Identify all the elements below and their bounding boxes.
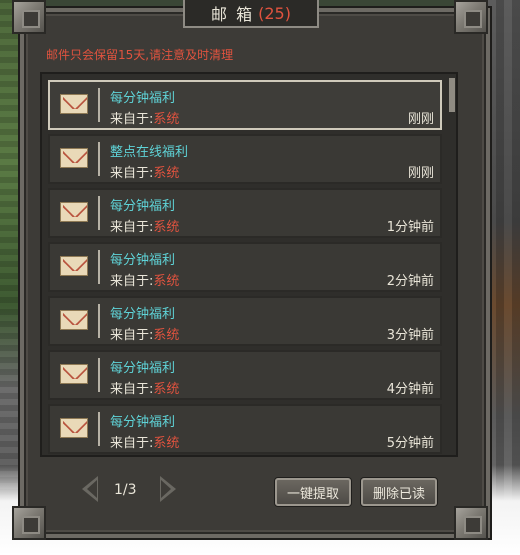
mailbox-title-bar: 邮 箱 (25) — [183, 0, 319, 28]
mailbox-title: 邮 箱 — [211, 5, 255, 24]
divider — [98, 88, 100, 122]
mail-sender: 来自于:系统 — [110, 216, 179, 235]
mail-sender: 来自于:系统 — [110, 270, 179, 289]
mail-source: 系统 — [153, 220, 180, 235]
frame-corner-ornament — [12, 506, 46, 540]
mail-list-scrollbar[interactable] — [449, 78, 455, 112]
frame-corner-ornament — [454, 506, 488, 540]
envelope-icon — [60, 202, 88, 222]
mail-list-item[interactable]: 每分钟福利来自于:系统 5分钟前 — [48, 404, 442, 454]
mail-title: 每分钟福利 — [110, 91, 176, 106]
envelope-icon — [60, 310, 88, 330]
mail-list-item[interactable]: 每分钟福利来自于:系统 4分钟前 — [48, 350, 442, 400]
mail-from-label: 来自于: — [110, 328, 154, 343]
mail-sender: 来自于:系统 — [110, 162, 179, 181]
mail-source: 系统 — [153, 436, 180, 451]
divider — [98, 358, 100, 392]
divider — [98, 412, 100, 446]
mail-sender: 来自于:系统 — [110, 432, 179, 451]
mail-from-label: 来自于: — [110, 382, 154, 397]
mail-from-label: 来自于: — [110, 220, 154, 235]
mail-list-item[interactable]: 整点在线福利 来自于:系统 刚刚 — [48, 134, 442, 184]
mail-time: 刚刚 — [407, 166, 434, 181]
envelope-icon — [60, 418, 88, 438]
divider — [98, 196, 100, 230]
divider — [98, 250, 100, 284]
mail-title: 每分钟福利 — [110, 199, 176, 214]
mail-source: 系统 — [153, 166, 180, 181]
mail-list-item[interactable]: 每分钟福利来自于:系统 2分钟前 — [48, 242, 442, 292]
mail-title: 每分钟福利 — [110, 253, 176, 268]
frame-corner-ornament — [454, 0, 488, 34]
mail-source: 系统 — [153, 382, 180, 397]
mail-from-label: 来自于: — [110, 166, 154, 181]
mail-count: (25) — [258, 3, 291, 23]
mail-source: 系统 — [153, 112, 180, 127]
mail-time: 2分钟前 — [386, 274, 434, 289]
mail-sender: 来自于:系统 — [110, 378, 179, 397]
frame-corner-ornament — [12, 0, 46, 34]
mail-list-item[interactable]: 每分钟福利来自于:系统 3分钟前 — [48, 296, 442, 346]
mail-list-item[interactable]: 每分钟福利来自于:系统 刚刚 — [48, 80, 442, 130]
divider — [98, 142, 100, 176]
mail-from-label: 来自于: — [110, 436, 154, 451]
delete-read-button[interactable]: 删除已读 — [361, 478, 437, 506]
mail-source: 系统 — [153, 274, 180, 289]
mail-source: 系统 — [153, 328, 180, 343]
mail-title: 每分钟福利 — [110, 307, 176, 322]
arrow-right-icon[interactable] — [160, 476, 176, 502]
mail-title: 每分钟福利 — [110, 415, 176, 430]
mail-time: 刚刚 — [407, 112, 434, 127]
mail-sender: 来自于:系统 — [110, 108, 179, 127]
claim-all-button[interactable]: 一键提取 — [275, 478, 351, 506]
envelope-icon — [60, 256, 88, 276]
mail-time: 5分钟前 — [386, 436, 434, 451]
page-indicator: 1/3 — [114, 482, 137, 498]
mail-time: 4分钟前 — [386, 382, 434, 397]
mail-from-label: 来自于: — [110, 274, 154, 289]
envelope-icon — [60, 364, 88, 384]
mail-time: 3分钟前 — [386, 328, 434, 343]
retention-notice: 邮件只会保留15天,请注意及时清理 — [46, 48, 234, 62]
divider — [98, 304, 100, 338]
envelope-icon — [60, 94, 88, 114]
mail-title: 整点在线福利 — [110, 145, 189, 160]
mail-list-item[interactable]: 每分钟福利来自于:系统 1分钟前 — [48, 188, 442, 238]
mail-time: 1分钟前 — [386, 220, 434, 235]
envelope-icon — [60, 148, 88, 168]
mail-title: 每分钟福利 — [110, 361, 176, 376]
arrow-left-icon[interactable] — [82, 476, 98, 502]
mail-sender: 来自于:系统 — [110, 324, 179, 343]
mail-from-label: 来自于: — [110, 112, 154, 127]
